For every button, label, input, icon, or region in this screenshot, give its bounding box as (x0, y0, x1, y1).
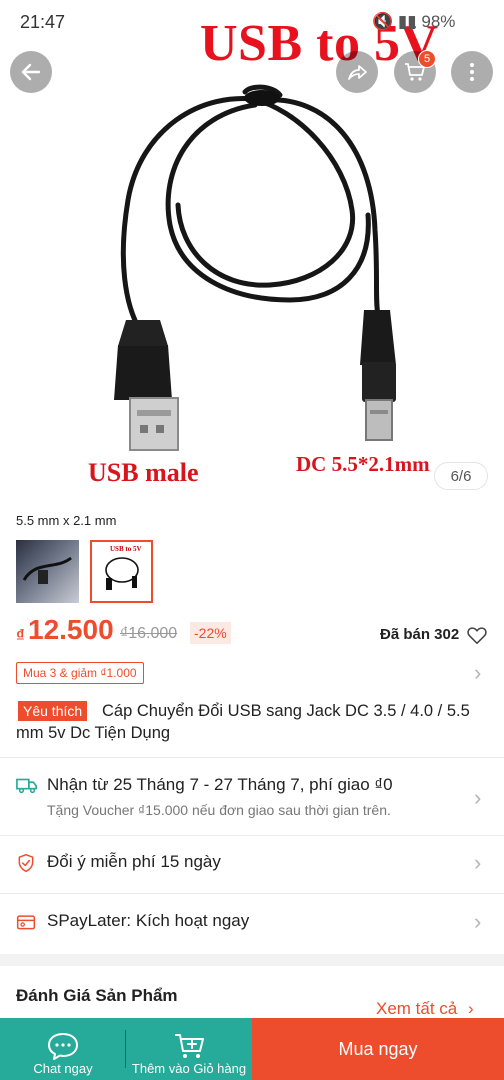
section-gap (0, 954, 504, 966)
current-price: 12.500 (28, 614, 114, 645)
chevron-right-icon: › (474, 850, 482, 875)
chevron-right-icon: › (474, 909, 482, 934)
free-return-text: Đổi ý miễn phí 15 ngày (47, 852, 221, 871)
share-icon (348, 65, 367, 80)
divider (0, 835, 504, 836)
back-button[interactable] (10, 51, 52, 93)
discount-badge: -22% (190, 622, 231, 644)
bottom-action-bar: Chat ngay Thêm vào Giỏ hàng Mua ngay (0, 1018, 504, 1080)
more-icon (470, 63, 474, 81)
shipping-voucher-note: Tặng Voucher ₫15.000 nếu đơn giao sau th… (47, 802, 391, 818)
see-all-reviews-link[interactable]: Xem tất cả › (376, 999, 474, 1019)
see-all-label: Xem tất cả (376, 999, 458, 1018)
chat-now-button[interactable]: Chat ngay (0, 1018, 126, 1080)
more-button[interactable] (451, 51, 493, 93)
sold-count: Đã bán 302 (380, 626, 460, 643)
variant-thumbnail-1[interactable] (16, 540, 79, 603)
divider (0, 757, 504, 758)
original-price: ₫16.000 (120, 625, 178, 642)
product-image-gallery[interactable]: USB to 5V USB male DC 5.5*2.1mm 21:47 🔇 … (0, 0, 504, 498)
chevron-right-icon[interactable]: › (474, 660, 481, 686)
thumbnail-photo (22, 556, 72, 584)
chat-icon (48, 1033, 78, 1060)
truck-icon (16, 778, 37, 794)
variant-thumbnail-2[interactable]: USB to 5V (90, 540, 153, 603)
back-arrow-icon (21, 63, 41, 81)
share-button[interactable] (336, 51, 378, 93)
status-time: 21:47 (20, 12, 66, 32)
cart-count-badge: 5 (418, 50, 436, 68)
status-icons: 🔇 ▮▮ 98% (372, 12, 455, 32)
selected-variant-name: 5.5 mm x 2.1 mm (16, 513, 117, 528)
bundle-promo-tag[interactable]: Mua 3 & giảm ₫1.000 (16, 662, 144, 684)
add-to-cart-button[interactable]: Thêm vào Giỏ hàng (126, 1018, 252, 1080)
chevron-right-icon: › (468, 999, 474, 1018)
signal-icon: ▮▮ (397, 12, 417, 31)
shield-icon (18, 853, 34, 873)
heart-icon[interactable] (466, 624, 488, 646)
image-caption-usb: USB male (88, 458, 199, 487)
buy-now-label: Mua ngay (338, 1038, 418, 1059)
shipping-estimate: Nhận từ 25 Tháng 7 - 27 Tháng 7, phí gia… (47, 775, 393, 794)
add-cart-icon (175, 1034, 204, 1058)
add-to-cart-label: Thêm vào Giỏ hàng (131, 1061, 247, 1076)
chevron-right-icon: › (474, 785, 482, 810)
reviews-title: Đánh Giá Sản Phẩm (16, 986, 178, 1005)
divider (0, 893, 504, 894)
battery-text: 98% (421, 12, 456, 31)
buy-now-button[interactable]: Mua ngay (252, 1018, 504, 1080)
thumbnail-caption: USB to 5V (110, 545, 142, 553)
mute-icon: 🔇 (372, 12, 394, 31)
paylater-icon (16, 915, 36, 930)
favorite-badge: Yêu thích (18, 701, 88, 721)
image-counter: 6/6 (434, 462, 488, 490)
price-currency: ₫ (16, 626, 25, 645)
image-caption-dc: DC 5.5*2.1mm (296, 452, 430, 476)
paylater-text: SPayLater: Kích hoạt ngay (47, 911, 250, 930)
chat-now-label: Chat ngay (33, 1061, 93, 1076)
